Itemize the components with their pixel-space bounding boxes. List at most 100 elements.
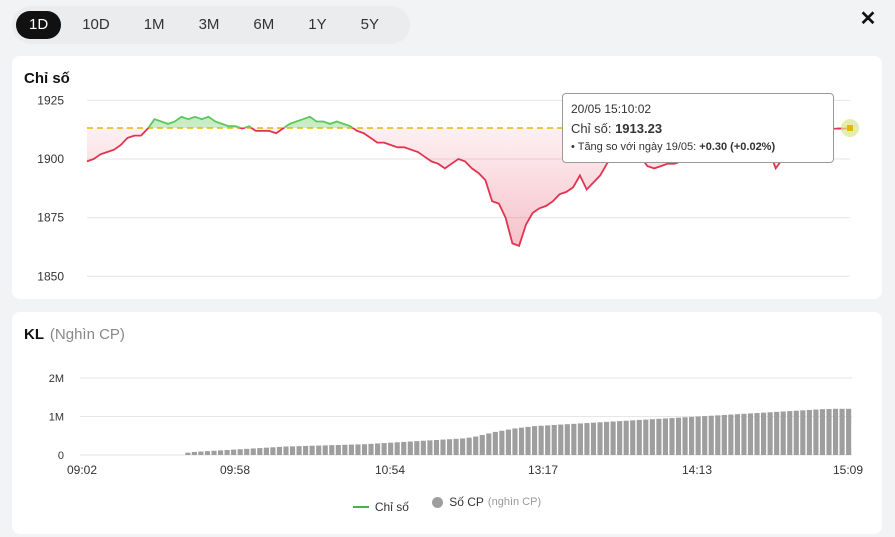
volume-bar: [460, 438, 466, 455]
volume-bar: [407, 441, 413, 455]
volume-bar: [584, 423, 590, 455]
tab-5y[interactable]: 5Y: [348, 11, 392, 39]
volume-bar: [433, 439, 440, 455]
volume-bar: [538, 425, 544, 455]
volume-bar: [597, 422, 603, 455]
tab-1d[interactable]: 1D: [16, 11, 62, 39]
volume-bar: [309, 445, 315, 455]
tab-10d[interactable]: 10D: [69, 11, 123, 39]
y-tick-label: 1925: [37, 93, 64, 107]
volume-bar: [721, 414, 727, 455]
x-tick-label: 14:13: [682, 463, 712, 477]
volume-bar: [669, 418, 675, 455]
volume-bar: [231, 449, 237, 455]
volume-bar: [675, 417, 682, 455]
volume-bar: [774, 411, 780, 455]
volume-bar: [250, 448, 256, 455]
volume-bar: [662, 418, 669, 455]
volume-bar-chart[interactable]: 0 1M 2M 09:02 09:58 10:54 13:17 14:13 15:09: [12, 312, 882, 487]
volume-bar: [564, 424, 570, 455]
volume-bar: [440, 439, 446, 455]
volume-y-tick-label: 2M: [49, 373, 64, 385]
volume-bar: [545, 425, 551, 455]
volume-bar: [728, 414, 734, 455]
volume-bar: [656, 418, 662, 455]
volume-bar: [185, 452, 191, 455]
volume-bar: [329, 445, 335, 455]
tooltip-value-row: Chỉ số: 1913.23: [571, 121, 825, 136]
volume-bar: [270, 447, 276, 455]
tab-6m[interactable]: 6M: [240, 11, 287, 39]
volume-bar: [499, 430, 505, 455]
volume-bar: [466, 437, 472, 455]
chart-tooltip: 20/05 15:10:02 Chỉ số: 1913.23 • Tăng so…: [562, 93, 834, 163]
tab-1y[interactable]: 1Y: [295, 11, 339, 39]
volume-bar: [342, 444, 348, 455]
volume-y-tick-label: 1M: [49, 412, 64, 424]
volume-bar: [715, 415, 721, 455]
legend-index[interactable]: Chỉ số: [352, 500, 409, 514]
volume-bar: [793, 410, 799, 455]
volume-bar: [702, 416, 708, 455]
volume-bar: [800, 410, 806, 455]
volume-bar: [322, 445, 328, 456]
volume-bar: [734, 414, 740, 455]
volume-bar: [761, 412, 767, 455]
volume-bar: [427, 440, 433, 455]
volume-bar: [289, 446, 296, 455]
volume-bar: [512, 428, 518, 455]
volume-bar: [839, 408, 845, 455]
volume-bar: [754, 413, 760, 455]
volume-bar: [623, 420, 629, 455]
volume-bar: [486, 433, 492, 455]
timeframe-tabs: 1D 10D 1M 3M 6M 1Y 5Y: [12, 6, 410, 44]
close-icon[interactable]: ✕: [855, 6, 881, 32]
last-point-marker[interactable]: [847, 125, 853, 132]
volume-bar: [361, 444, 368, 455]
tab-1m[interactable]: 1M: [131, 11, 178, 39]
volume-bar: [492, 431, 498, 455]
tooltip-compare-label: Tăng so với ngày 19/05:: [577, 141, 700, 153]
tooltip-value-label: Chỉ số:: [571, 121, 616, 136]
tooltip-change-row: • Tăng so với ngày 19/05: +0.30 (+0.02%): [571, 141, 776, 153]
volume-bar: [643, 419, 649, 455]
y-tick-label: 1875: [37, 211, 64, 225]
volume-bar: [401, 441, 407, 455]
volume-bar: [577, 423, 583, 455]
volume-bar: [806, 409, 812, 455]
volume-bar: [355, 444, 361, 455]
volume-bar: [636, 419, 642, 455]
volume-bar: [532, 426, 538, 456]
volume-bar: [826, 408, 832, 455]
volume-bar: [813, 409, 819, 455]
volume-panel: KL (Nghìn CP) 0 1M 2M 09:02 09:58 10:54 13:17 1…: [12, 312, 882, 534]
volume-bar: [394, 442, 400, 455]
volume-bar: [780, 411, 786, 455]
volume-y-tick-label: 0: [58, 450, 64, 462]
volume-bar: [303, 445, 309, 455]
volume-bar: [224, 450, 230, 455]
volume-bar: [217, 450, 224, 455]
volume-bar: [617, 421, 623, 455]
volume-bar: [263, 447, 269, 455]
x-tick-label: 09:58: [220, 463, 250, 477]
tooltip-change: +0.30 (+0.02%): [699, 141, 776, 153]
x-tick-label: 09:02: [67, 463, 97, 477]
volume-bar: [244, 448, 250, 455]
chart-legend: Chỉ số Số CP (nghìn CP): [12, 495, 882, 514]
volume-bar: [473, 436, 479, 455]
volume-bar: [695, 416, 701, 455]
volume-bar: [204, 451, 211, 455]
volume-bar: [348, 444, 354, 455]
volume-bar: [708, 415, 714, 455]
volume-bar: [276, 446, 283, 455]
volume-bar: [767, 412, 773, 455]
legend-line-swatch: [352, 505, 369, 508]
volume-bar: [551, 424, 557, 455]
volume-bar: [590, 422, 597, 455]
legend-volume[interactable]: Số CP (nghìn CP): [432, 495, 541, 509]
volume-bar: [819, 409, 826, 455]
x-tick-label: 15:09: [833, 463, 863, 477]
tab-3m[interactable]: 3M: [186, 11, 233, 39]
y-tick-label: 1900: [37, 152, 64, 166]
